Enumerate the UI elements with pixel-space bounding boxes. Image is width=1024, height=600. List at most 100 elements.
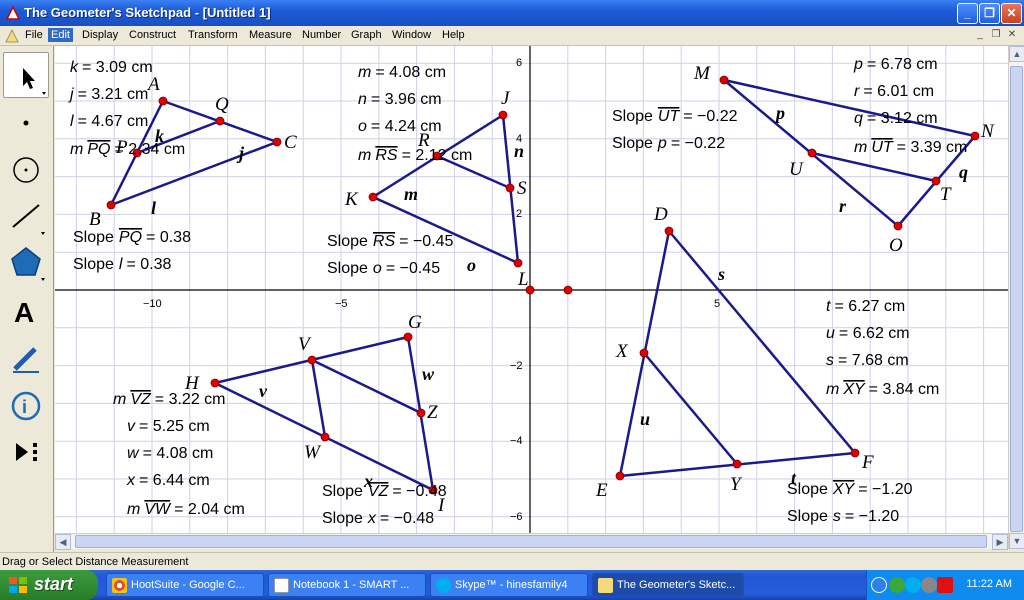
minimize-button[interactable]: _ bbox=[957, 3, 978, 24]
tray-speaker-icon[interactable] bbox=[921, 577, 937, 593]
task-hootsuite[interactable]: HootSuite - Google C... bbox=[106, 573, 264, 597]
measurement-w[interactable]: w = 4.08 cm bbox=[127, 445, 213, 462]
point-e[interactable] bbox=[615, 471, 625, 481]
point-z[interactable] bbox=[416, 408, 426, 418]
menu-display[interactable]: Display bbox=[79, 28, 121, 42]
segment-vw[interactable] bbox=[310, 359, 327, 438]
segment-vz[interactable] bbox=[311, 358, 422, 415]
task-sketchpad[interactable]: The Geometer's Sketc... bbox=[592, 573, 744, 597]
measurement-slope-vz[interactable]: Slope VZ = −0.48 bbox=[322, 483, 447, 500]
scroll-left-button[interactable]: ◀ bbox=[55, 534, 71, 550]
measurement-slope-xy[interactable]: Slope XY = −1.20 bbox=[787, 481, 913, 498]
measurement-q[interactable]: q = 3.12 cm bbox=[854, 110, 938, 127]
measurement-m-vz[interactable]: m VZ = 3.22 cm bbox=[113, 391, 225, 408]
point-w[interactable] bbox=[320, 432, 330, 442]
measurement-k[interactable]: k = 3.09 cm bbox=[70, 59, 153, 76]
measurement-x[interactable]: x = 6.44 cm bbox=[126, 472, 210, 489]
scroll-down-button[interactable]: ▼ bbox=[1009, 533, 1024, 549]
point-t[interactable] bbox=[931, 176, 941, 186]
measurement-p[interactable]: p = 6.78 cm bbox=[853, 56, 938, 73]
measurement-t[interactable]: t = 6.27 cm bbox=[826, 298, 905, 315]
point-x[interactable] bbox=[639, 348, 649, 358]
tray-shield-icon[interactable] bbox=[889, 577, 905, 593]
point-y[interactable] bbox=[732, 459, 742, 469]
menu-window[interactable]: Window bbox=[389, 28, 434, 42]
measurement-slope-l[interactable]: Slope l = 0.38 bbox=[73, 256, 172, 273]
point-b[interactable] bbox=[106, 200, 116, 210]
measurements-ghi[interactable]: m VZ = 3.22 cm v = 5.25 cm w = 4.08 cm x = 6.… bbox=[113, 391, 447, 527]
start-button[interactable]: start bbox=[0, 570, 98, 600]
marker-tool[interactable] bbox=[3, 335, 49, 381]
doc-close-button[interactable]: ✕ bbox=[1004, 29, 1020, 43]
measurement-m-vw[interactable]: m VW = 2.04 cm bbox=[127, 501, 245, 518]
point-c[interactable] bbox=[272, 137, 282, 147]
measurement-m-xy[interactable]: m XY = 3.84 cm bbox=[826, 381, 939, 398]
information-tool[interactable]: i bbox=[3, 383, 49, 429]
measurement-slope-ut[interactable]: Slope UT = −0.22 bbox=[612, 108, 738, 125]
menu-construct[interactable]: Construct bbox=[126, 28, 179, 42]
sketch-svg[interactable]: −10 −5 5 6 4 2 −2 −4 −6 A C B Q P J K L … bbox=[55, 46, 1008, 533]
measurement-r[interactable]: r = 6.01 cm bbox=[854, 83, 934, 100]
measurement-o[interactable]: o = 4.24 cm bbox=[358, 118, 442, 135]
measurement-j[interactable]: j = 3.21 cm bbox=[68, 86, 148, 103]
point-o[interactable] bbox=[893, 221, 903, 231]
measurements-mno[interactable]: p = 6.78 cm r = 6.01 cm q = 3.12 cm m UT = 3.… bbox=[612, 56, 967, 156]
horizontal-scrollbar[interactable]: ◀ ▶ bbox=[55, 533, 1008, 550]
menu-edit[interactable]: Edit bbox=[48, 28, 73, 42]
measurement-n[interactable]: n = 3.96 cm bbox=[358, 91, 442, 108]
menu-number[interactable]: Number bbox=[299, 28, 344, 42]
point-n[interactable] bbox=[970, 131, 980, 141]
measurement-l[interactable]: l = 4.67 cm bbox=[70, 113, 148, 130]
menu-file[interactable]: File bbox=[22, 28, 46, 42]
doc-restore-button[interactable]: ❐ bbox=[988, 29, 1004, 43]
measurement-v[interactable]: v = 5.25 cm bbox=[127, 418, 210, 435]
menu-measure[interactable]: Measure bbox=[246, 28, 295, 42]
measurements-jkl[interactable]: m = 4.08 cm n = 3.96 cm o = 4.24 cm m RS = 2.… bbox=[327, 64, 472, 277]
point-h[interactable] bbox=[210, 378, 220, 388]
measurement-m-ut[interactable]: m UT = 3.39 cm bbox=[854, 139, 967, 156]
vertical-scrollbar[interactable]: ▲ ▼ bbox=[1008, 46, 1024, 549]
measurement-slope-pq[interactable]: Slope PQ = 0.38 bbox=[73, 229, 191, 246]
measurement-slope-rs[interactable]: Slope RS = −0.45 bbox=[327, 233, 454, 250]
point-g[interactable] bbox=[403, 332, 413, 342]
triangle-def-sides[interactable] bbox=[618, 228, 858, 478]
measurement-m-pq[interactable]: m PQ = 2.34 cm bbox=[70, 141, 185, 158]
measurement-m[interactable]: m = 4.08 cm bbox=[358, 64, 446, 81]
point-q[interactable] bbox=[215, 116, 225, 126]
sketch-canvas[interactable]: −10 −5 5 6 4 2 −2 −4 −6 A C B Q P J K L … bbox=[55, 46, 1008, 533]
arrow-select-tool[interactable] bbox=[3, 52, 49, 98]
task-skype[interactable]: Skype™ - hinesfamily4 bbox=[430, 573, 588, 597]
vertical-scroll-thumb[interactable] bbox=[1010, 66, 1023, 532]
point-v[interactable] bbox=[307, 355, 317, 365]
point-m[interactable] bbox=[719, 75, 729, 85]
point-a[interactable] bbox=[158, 96, 168, 106]
measurement-slope-o[interactable]: Slope o = −0.45 bbox=[327, 260, 440, 277]
straightedge-tool[interactable] bbox=[3, 193, 49, 239]
unit-point[interactable] bbox=[563, 285, 573, 295]
point-u[interactable] bbox=[807, 148, 817, 158]
measurement-u[interactable]: u = 6.62 cm bbox=[826, 325, 910, 342]
measurement-slope-p[interactable]: Slope p = −0.22 bbox=[612, 135, 725, 152]
tray-skype-icon[interactable] bbox=[905, 577, 921, 593]
task-notebook[interactable]: Notebook 1 - SMART ... bbox=[268, 573, 426, 597]
triangle-def[interactable] bbox=[618, 228, 858, 478]
close-button[interactable]: ✕ bbox=[1001, 3, 1022, 24]
measurement-s[interactable]: s = 7.68 cm bbox=[826, 352, 909, 369]
tray-app-icon[interactable] bbox=[937, 577, 953, 593]
point-k[interactable] bbox=[368, 192, 378, 202]
polygon-tool[interactable] bbox=[3, 239, 49, 285]
point-d[interactable] bbox=[664, 226, 674, 236]
restore-button[interactable]: ❐ bbox=[979, 3, 1000, 24]
horizontal-scroll-thumb[interactable] bbox=[75, 535, 987, 548]
point-tool[interactable] bbox=[3, 100, 49, 146]
document-icon[interactable] bbox=[5, 29, 19, 43]
text-tool[interactable]: A bbox=[3, 289, 49, 335]
menu-help[interactable]: Help bbox=[439, 28, 468, 42]
point-j[interactable] bbox=[498, 110, 508, 120]
doc-minimize-button[interactable]: _ bbox=[972, 29, 988, 43]
compass-tool[interactable] bbox=[3, 147, 49, 193]
menu-graph[interactable]: Graph bbox=[348, 28, 385, 42]
triangle-ghi-sides[interactable] bbox=[211, 335, 435, 493]
point-s[interactable] bbox=[505, 183, 515, 193]
measurement-slope-x[interactable]: Slope x = −0.48 bbox=[322, 510, 434, 527]
